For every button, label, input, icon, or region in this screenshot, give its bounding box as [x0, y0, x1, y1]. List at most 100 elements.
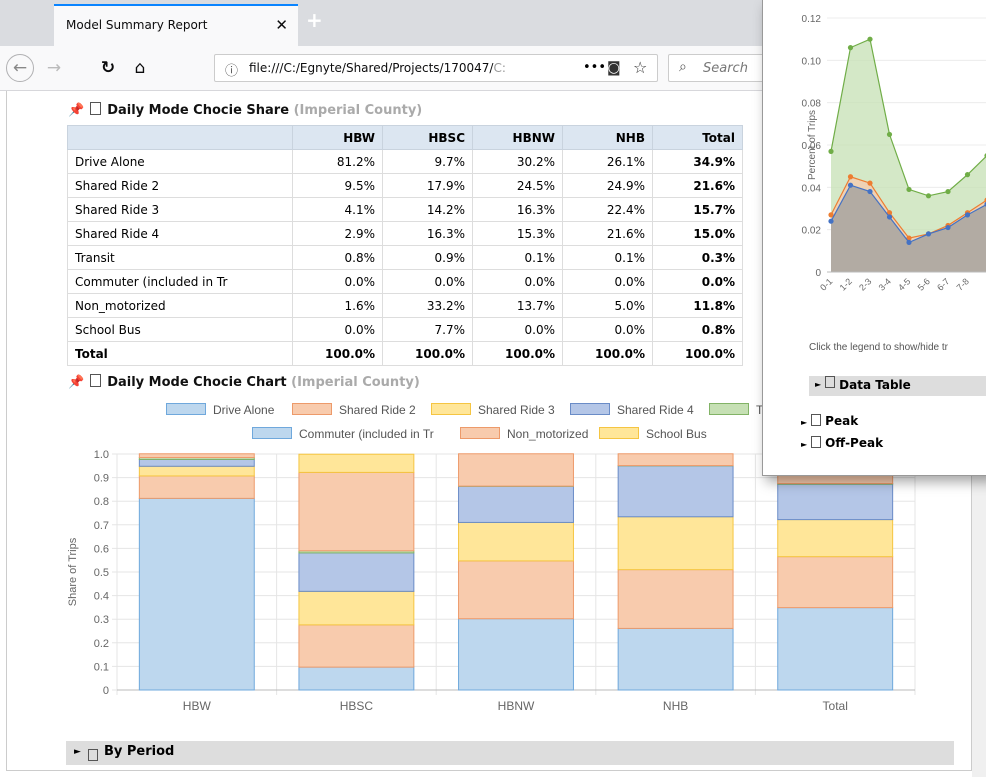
by-period-label: By Period	[104, 744, 175, 759]
page-actions-icon[interactable]: •••	[583, 60, 606, 75]
table-cell: 24.9%	[562, 173, 653, 198]
offpeak-toggle[interactable]: ► Off-Peak	[801, 436, 883, 450]
table-cell: School Bus	[67, 317, 293, 342]
data-point	[828, 148, 834, 154]
pin-icon[interactable]: 📌	[68, 375, 84, 390]
bar-segment	[138, 453, 255, 459]
back-arrow-icon[interactable]: ←	[6, 54, 34, 82]
data-point	[886, 214, 893, 220]
table-cell: Shared Ride 4	[67, 221, 293, 246]
data-point	[945, 224, 951, 231]
info-icon[interactable]: ⓘ	[225, 60, 238, 79]
table-cell: Non_motorized	[67, 293, 293, 318]
table-cell: 0.8%	[652, 317, 743, 342]
expand-triangle-icon: ►	[815, 380, 822, 389]
table-cell: 14.2%	[382, 197, 473, 222]
table-cell: 15.7%	[652, 197, 743, 222]
share-section-title[interactable]: 📌 Daily Mode Chocie Share (Imperial Count…	[68, 102, 422, 118]
table-cell: 17.9%	[382, 173, 473, 198]
y-tick-label: 1.0	[94, 449, 109, 461]
legend-swatch	[166, 403, 206, 415]
x-tick-label: HBNW	[498, 699, 535, 713]
x-tick-label: 3-4	[877, 276, 893, 292]
peak-toggle[interactable]: ► Peak	[801, 414, 858, 428]
x-tick-label: 2-3	[857, 276, 873, 292]
y-tick-label: 0.1	[94, 661, 109, 673]
legend-label: Drive Alone	[213, 403, 275, 417]
table-cell: 21.6%	[652, 173, 743, 198]
table-cell: Total	[67, 341, 293, 366]
bar-segment	[777, 607, 894, 691]
new-tab-icon[interactable]: +	[306, 8, 323, 32]
url-bar[interactable]: ⓘ file:///C:/Egnyte/Shared/Projects/1700…	[214, 54, 658, 82]
table-cell: 11.8%	[652, 293, 743, 318]
table-header-cell	[67, 125, 293, 150]
legend-label: Shared Ride 2	[339, 403, 416, 417]
forward-arrow-icon[interactable]: →	[42, 56, 66, 80]
by-period-toggle[interactable]: ► By Period	[66, 741, 954, 765]
legend-hint: Click the legend to show/hide tr	[809, 342, 948, 353]
table-cell: 21.6%	[562, 221, 653, 246]
legend-swatch	[431, 403, 471, 415]
bar-segment	[138, 475, 255, 499]
x-tick-label: 6-7	[935, 276, 951, 292]
table-cell: 0.0%	[472, 269, 563, 294]
tab-title: Model Summary Report	[66, 18, 208, 32]
table-cell: 100.0%	[292, 341, 383, 366]
table-cell: 4.1%	[292, 197, 383, 222]
y-tick-label: 0	[103, 685, 109, 697]
data-point	[964, 212, 971, 218]
reload-icon[interactable]: ↻	[96, 56, 120, 80]
table-row: Total 100.0% 100.0% 100.0% 100.0% 100.0%	[67, 341, 743, 366]
data-point	[925, 193, 932, 199]
y-tick-label: 0.08	[802, 99, 822, 110]
x-tick-label: HBW	[183, 699, 212, 713]
y-axis-label: Share of Trips	[67, 537, 79, 606]
legend-swatch	[292, 403, 332, 415]
bar-segment	[298, 453, 415, 473]
pin-icon[interactable]: 📌	[68, 103, 84, 118]
close-icon[interactable]: ✕	[275, 16, 288, 34]
legend-swatch	[599, 427, 639, 439]
y-axis-label: Percent of Trips	[807, 110, 818, 180]
bar-segment	[777, 556, 894, 609]
table-cell: Transit	[67, 245, 293, 270]
bar-segment	[617, 627, 734, 691]
overlay-window: 0 0.02 0.04 0.06 0.08 0.10 0.12 Percent of Trip…	[762, 0, 986, 476]
expand-triangle-icon: ►	[801, 440, 808, 449]
y-tick-label: 0	[815, 268, 821, 279]
pocket-icon[interactable]: ◙	[607, 60, 621, 76]
tab-model-summary[interactable]: Model Summary Report ✕	[54, 4, 298, 46]
table-cell: 0.0%	[562, 317, 653, 342]
data-point	[847, 45, 854, 51]
table-cell: 0.0%	[292, 269, 383, 294]
table-cell: 7.7%	[382, 317, 473, 342]
table-cell: Drive Alone	[67, 149, 293, 174]
bar-segment	[777, 483, 894, 521]
data-point	[867, 180, 873, 186]
bookmark-star-icon[interactable]: ☆	[633, 58, 647, 77]
table-cell: 100.0%	[562, 341, 653, 366]
bar-segment	[458, 521, 574, 562]
bar-segment	[617, 465, 734, 518]
search-input[interactable]: ⌕ Search	[668, 54, 768, 82]
data-table-toggle[interactable]: ► Data Table	[809, 376, 986, 396]
home-icon[interactable]: ⌂	[128, 56, 152, 80]
data-point	[847, 182, 854, 188]
table-header-cell: Total	[652, 125, 743, 150]
trip-length-area-chart: 00.020.040.060.080.100.12Percent of Trip…	[802, 14, 986, 293]
data-point	[847, 174, 854, 180]
table-cell: 100.0%	[472, 341, 563, 366]
table-cell: 0.9%	[382, 245, 473, 270]
table-row: Shared Ride 4 2.9% 16.3% 15.3% 21.6% 15.0%	[67, 221, 743, 246]
bar-segment	[458, 453, 574, 487]
y-tick-label: 0.2	[94, 638, 109, 650]
table-cell: 24.5%	[472, 173, 563, 198]
bar-segment	[138, 465, 255, 477]
table-cell: 0.0%	[292, 317, 383, 342]
y-tick-label: 0.04	[802, 183, 822, 194]
mode-share-table: HBW HBSC HBNW NHB Total Drive Alone 81.2% 9.7%…	[67, 125, 743, 366]
bar-segment	[458, 485, 574, 523]
table-row: Drive Alone 81.2% 9.7% 30.2% 26.1% 34.9%	[67, 149, 743, 174]
chart-section-title[interactable]: 📌 Daily Mode Chocie Chart (Imperial Count…	[68, 374, 420, 390]
